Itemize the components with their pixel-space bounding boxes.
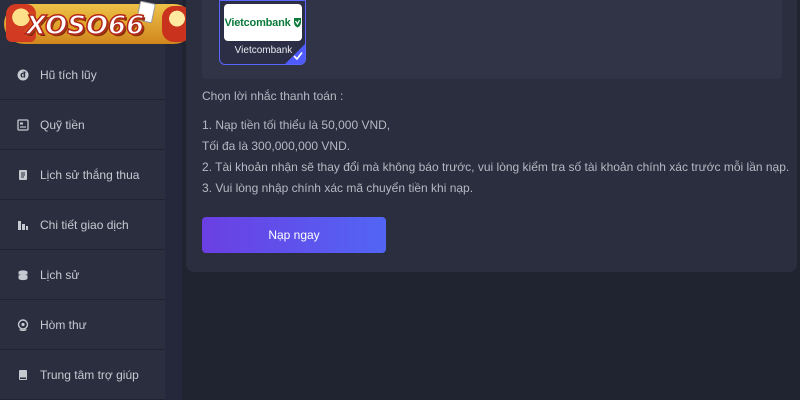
svg-text:đ: đ bbox=[20, 71, 26, 80]
checkmark-icon bbox=[293, 52, 303, 61]
sidebar-item-help-center[interactable]: Trung tâm trợ giúp bbox=[0, 351, 165, 400]
sidebar-item-label: Lịch sử thắng thua bbox=[40, 168, 140, 182]
sidebar-item-label: Hũ tích lũy bbox=[40, 68, 97, 82]
sidebar-item-label: Lịch sử bbox=[40, 268, 80, 282]
bank-logo-text: Vietcombank bbox=[224, 16, 291, 29]
sidebar-menu: đ Hũ tích lũy Quỹ tiền Lịch sử thắng thu… bbox=[0, 0, 165, 400]
bars-icon bbox=[16, 218, 30, 232]
document-icon bbox=[16, 168, 30, 182]
note-line: 3. Vui lòng nhập chính xác mã chuyển tiề… bbox=[202, 181, 474, 195]
sidebar-item-transaction-details[interactable]: Chi tiết giao dịch bbox=[0, 201, 165, 250]
coins-icon bbox=[16, 268, 30, 282]
deposit-now-button[interactable]: Nạp ngay bbox=[202, 217, 386, 253]
sidebar-item-fund[interactable]: Quỹ tiền bbox=[0, 101, 165, 150]
bank-logo: Vietcombank bbox=[224, 4, 302, 41]
deposit-panel: Vietcombank Vietcombank Chọn lời nhắc th… bbox=[186, 0, 797, 272]
sidebar-item-label: Trung tâm trợ giúp bbox=[40, 368, 139, 382]
sidebar-item-label: Quỹ tiền bbox=[40, 118, 85, 132]
note-line: Tối đa là 300,000,000 VND. bbox=[202, 139, 351, 153]
sidebar: đ Hũ tích lũy Quỹ tiền Lịch sử thắng thu… bbox=[0, 0, 182, 400]
sidebar-item-label: Chi tiết giao dịch bbox=[40, 218, 129, 232]
sidebar-item-label: Hòm thư bbox=[40, 318, 87, 332]
mail-icon bbox=[16, 318, 30, 332]
note-line: 2. Tài khoản nhận sẽ thay đổi mà không b… bbox=[202, 160, 790, 174]
sidebar-item-history[interactable]: Lịch sử bbox=[0, 251, 165, 300]
site-logo[interactable]: XOSO66 bbox=[2, 0, 198, 50]
sidebar-item-mailbox[interactable]: Hòm thư bbox=[0, 301, 165, 350]
reminder-title: Chọn lời nhắc thanh toán : bbox=[202, 89, 344, 103]
wallet-icon bbox=[16, 118, 30, 132]
sidebar-item-accumulation-jar[interactable]: đ Hũ tích lũy bbox=[0, 51, 165, 100]
book-icon bbox=[16, 368, 30, 382]
bank-selection-area: Vietcombank Vietcombank bbox=[202, 0, 782, 79]
jar-icon: đ bbox=[16, 68, 30, 82]
bank-emblem-icon bbox=[293, 18, 301, 28]
bank-option-vietcombank[interactable]: Vietcombank Vietcombank bbox=[219, 0, 306, 65]
logo-text: XOSO66 bbox=[25, 10, 145, 42]
sidebar-item-win-loss-history[interactable]: Lịch sử thắng thua bbox=[0, 151, 165, 200]
note-line: 1. Nạp tiền tối thiểu là 50,000 VND, bbox=[202, 118, 391, 132]
